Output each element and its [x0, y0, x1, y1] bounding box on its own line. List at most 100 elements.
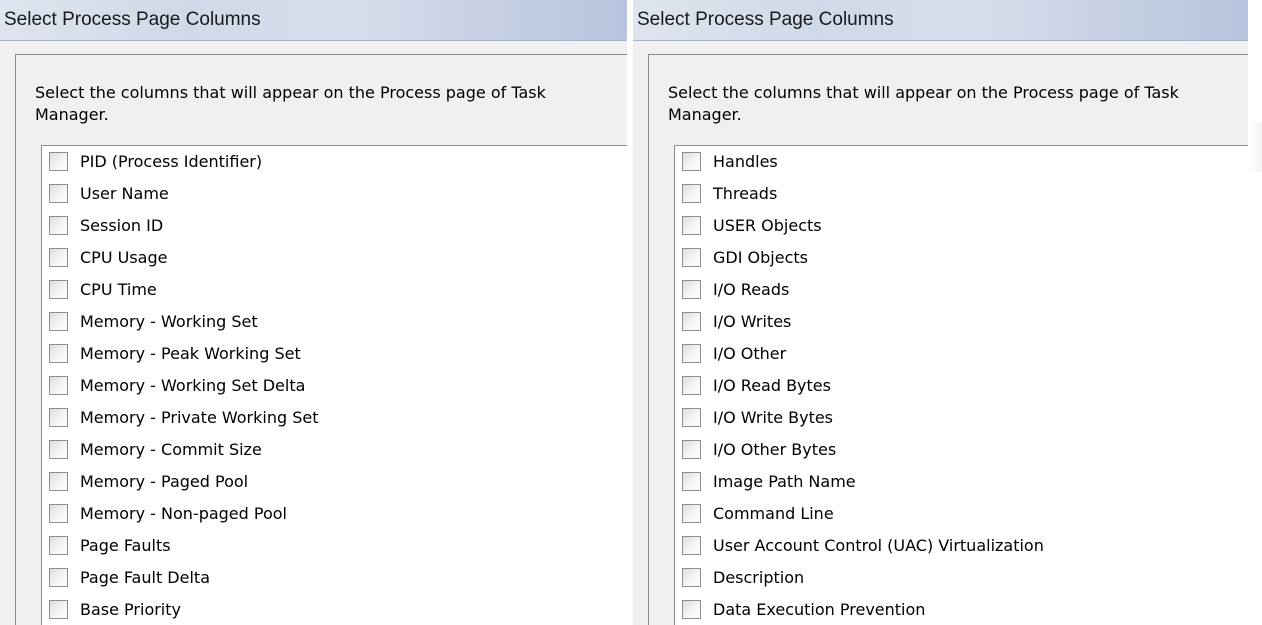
right-dialog: Select Process Page Columns Select the c… — [633, 0, 1248, 625]
checkbox[interactable] — [682, 471, 701, 491]
column-checkbox-list[interactable]: Handles Threads USER Objects GDI Objects… — [674, 145, 1248, 625]
option-label: Memory - Working Set Delta — [80, 375, 306, 395]
column-checkbox-list[interactable]: PID (Process Identifier) User Name Sessi… — [41, 145, 627, 625]
option-label: Memory - Private Working Set — [80, 407, 319, 427]
option-label: Page Faults — [80, 535, 171, 555]
column-option-session-id[interactable]: Session ID — [49, 213, 163, 237]
checkbox[interactable] — [682, 567, 701, 587]
checkbox[interactable] — [49, 439, 68, 459]
checkbox[interactable] — [49, 311, 68, 331]
checkbox[interactable] — [682, 311, 701, 331]
column-option-pid[interactable]: PID (Process Identifier) — [49, 149, 262, 173]
checkbox[interactable] — [682, 503, 701, 523]
description-text: Select the columns that will appear on t… — [35, 82, 546, 126]
option-label: Memory - Non-paged Pool — [80, 503, 287, 523]
checkbox[interactable] — [49, 407, 68, 427]
option-label: I/O Read Bytes — [713, 375, 831, 395]
checkbox[interactable] — [682, 151, 701, 171]
column-option-memory-working-set[interactable]: Memory - Working Set — [49, 309, 258, 333]
checkbox[interactable] — [49, 343, 68, 363]
option-label: Description — [713, 567, 805, 587]
option-label: Data Execution Prevention — [713, 599, 926, 619]
column-option-user-objects[interactable]: USER Objects — [682, 213, 822, 237]
description-line-2: Manager. — [668, 105, 742, 124]
column-option-memory-commit-size[interactable]: Memory - Commit Size — [49, 437, 262, 461]
checkbox[interactable] — [49, 567, 68, 587]
column-option-threads[interactable]: Threads — [682, 181, 777, 205]
checkbox[interactable] — [682, 535, 701, 555]
column-option-memory-paged-pool[interactable]: Memory - Paged Pool — [49, 469, 248, 493]
option-label: User Account Control (UAC) Virtualizatio… — [713, 535, 1044, 555]
column-option-page-faults[interactable]: Page Faults — [49, 533, 171, 557]
checkbox[interactable] — [682, 215, 701, 235]
column-option-io-writes[interactable]: I/O Writes — [682, 309, 791, 333]
column-option-memory-working-set-delta[interactable]: Memory - Working Set Delta — [49, 373, 305, 397]
option-label: I/O Reads — [713, 279, 790, 299]
option-label: GDI Objects — [713, 247, 808, 267]
description-line-1: Select the columns that will appear on t… — [668, 83, 1179, 102]
checkbox[interactable] — [49, 183, 68, 203]
option-label: PID (Process Identifier) — [80, 151, 263, 171]
option-label: USER Objects — [713, 215, 822, 235]
checkbox[interactable] — [682, 407, 701, 427]
description-line-2: Manager. — [35, 105, 109, 124]
checkbox[interactable] — [682, 183, 701, 203]
column-option-memory-non-paged-pool[interactable]: Memory - Non-paged Pool — [49, 501, 287, 525]
checkbox[interactable] — [682, 599, 701, 619]
option-label: Memory - Commit Size — [80, 439, 262, 459]
option-label: Handles — [713, 151, 778, 171]
option-label: Threads — [713, 183, 778, 203]
option-label: Session ID — [80, 215, 164, 235]
option-label: Command Line — [713, 503, 834, 523]
column-option-io-reads[interactable]: I/O Reads — [682, 277, 789, 301]
option-label: Page Fault Delta — [80, 567, 210, 587]
column-option-io-write-bytes[interactable]: I/O Write Bytes — [682, 405, 833, 429]
dialog-content: Select the columns that will appear on t… — [648, 54, 1248, 625]
column-option-gdi-objects[interactable]: GDI Objects — [682, 245, 808, 269]
checkbox[interactable] — [49, 279, 68, 299]
checkbox[interactable] — [49, 247, 68, 267]
checkbox[interactable] — [49, 151, 68, 171]
left-dialog: Select Process Page Columns Select the c… — [0, 0, 627, 625]
column-option-io-read-bytes[interactable]: I/O Read Bytes — [682, 373, 831, 397]
column-option-cpu-usage[interactable]: CPU Usage — [49, 245, 167, 269]
description-text: Select the columns that will appear on t… — [668, 82, 1179, 126]
option-label: I/O Other — [713, 343, 787, 363]
checkbox[interactable] — [682, 279, 701, 299]
column-option-image-path-name[interactable]: Image Path Name — [682, 469, 856, 493]
checkbox[interactable] — [49, 471, 68, 491]
checkbox[interactable] — [682, 439, 701, 459]
checkbox[interactable] — [682, 247, 701, 267]
checkbox[interactable] — [49, 599, 68, 619]
option-label: Image Path Name — [713, 471, 856, 491]
column-option-page-fault-delta[interactable]: Page Fault Delta — [49, 565, 210, 589]
option-label: Memory - Working Set — [80, 311, 258, 331]
option-label: Memory - Peak Working Set — [80, 343, 301, 363]
column-option-memory-peak-working-set[interactable]: Memory - Peak Working Set — [49, 341, 301, 365]
option-label: CPU Time — [80, 279, 157, 299]
column-option-io-other-bytes[interactable]: I/O Other Bytes — [682, 437, 836, 461]
column-option-data-execution-prevention[interactable]: Data Execution Prevention — [682, 597, 925, 621]
option-label: Base Priority — [80, 599, 181, 619]
checkbox[interactable] — [49, 503, 68, 523]
column-option-cpu-time[interactable]: CPU Time — [49, 277, 157, 301]
column-option-base-priority[interactable]: Base Priority — [49, 597, 181, 621]
option-label: I/O Writes — [713, 311, 792, 331]
option-label: I/O Other Bytes — [713, 439, 837, 459]
column-option-handles[interactable]: Handles — [682, 149, 778, 173]
column-option-uac-virtualization[interactable]: User Account Control (UAC) Virtualizatio… — [682, 533, 1044, 557]
option-label: User Name — [80, 183, 169, 203]
column-option-command-line[interactable]: Command Line — [682, 501, 834, 525]
checkbox[interactable] — [49, 215, 68, 235]
checkbox[interactable] — [49, 375, 68, 395]
column-option-io-other[interactable]: I/O Other — [682, 341, 786, 365]
dialog-content: Select the columns that will appear on t… — [15, 54, 627, 625]
checkbox[interactable] — [49, 535, 68, 555]
option-label: CPU Usage — [80, 247, 168, 267]
column-option-user-name[interactable]: User Name — [49, 181, 169, 205]
column-option-description[interactable]: Description — [682, 565, 804, 589]
checkbox[interactable] — [682, 375, 701, 395]
option-label: I/O Write Bytes — [713, 407, 834, 427]
column-option-memory-private-working-set[interactable]: Memory - Private Working Set — [49, 405, 319, 429]
checkbox[interactable] — [682, 343, 701, 363]
